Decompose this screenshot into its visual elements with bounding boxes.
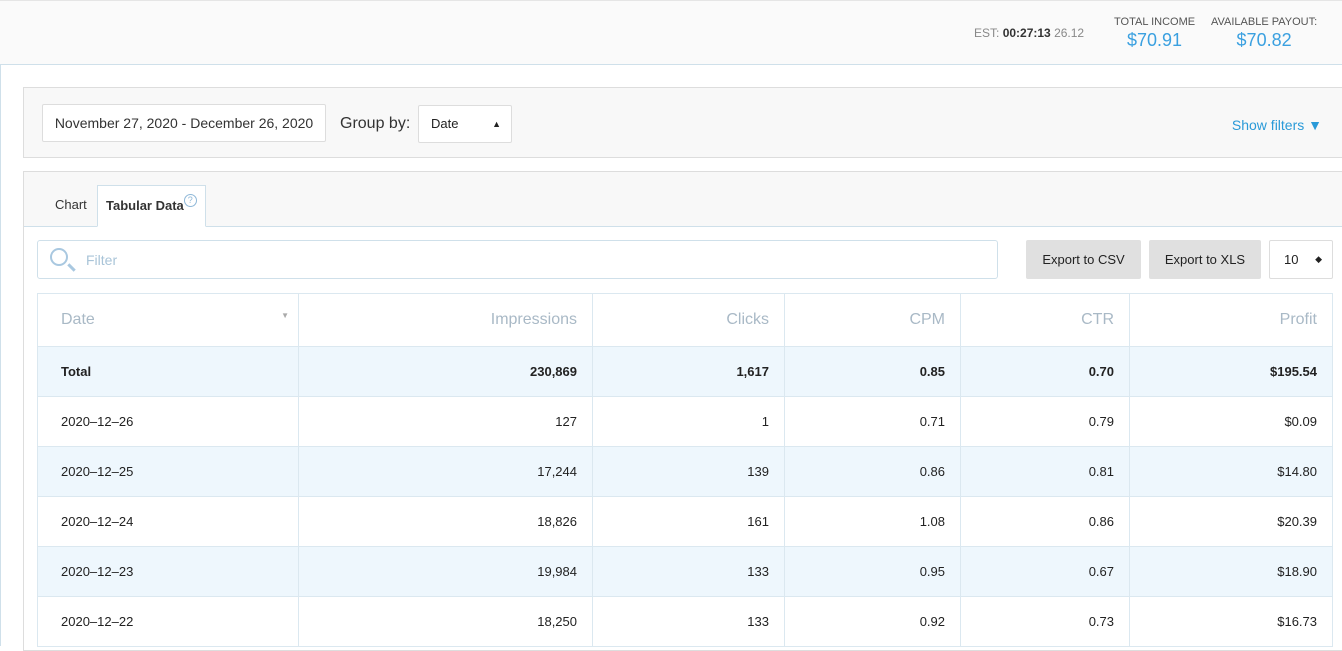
export-csv-button[interactable]: Export to CSV: [1026, 240, 1141, 279]
tab-tabular-data[interactable]: Tabular Data?: [97, 185, 206, 227]
column-header-date[interactable]: Date ▼: [37, 293, 299, 347]
available-payout: AVAILABLE PAYOUT: $70.82: [1211, 16, 1318, 50]
cell-date: 2020–12–26: [37, 396, 299, 447]
cell-clicks: 1,617: [592, 346, 785, 397]
total-income: TOTAL INCOME $70.91: [1114, 16, 1196, 50]
cell-date: 2020–12–23: [37, 546, 299, 597]
table-row: 2020–12–26 127 1 0.71 0.79 $0.09: [37, 396, 1333, 447]
column-header-clicks[interactable]: Clicks: [592, 293, 785, 347]
date-range-picker[interactable]: November 27, 2020 - December 26, 2020: [42, 104, 326, 142]
est-clock: EST: 00:27:13 26.12: [974, 26, 1085, 40]
cell-date: 2020–12–25: [37, 446, 299, 497]
column-header-cpm[interactable]: CPM: [784, 293, 961, 347]
cell-impressions: 127: [298, 396, 593, 447]
sort-arrows-icon: ▲: [492, 119, 501, 129]
total-row: Total 230,869 1,617 0.85 0.70 $195.54: [37, 346, 1333, 397]
show-filters-link[interactable]: Show filters ▼: [1232, 117, 1322, 133]
cell-cpm: 0.95: [784, 546, 961, 597]
cell-ctr: 0.86: [960, 496, 1130, 547]
cell-cpm: 0.92: [784, 596, 961, 647]
cell-profit: $16.73: [1129, 596, 1333, 647]
cell-impressions: 230,869: [298, 346, 593, 397]
top-bar: EST: 00:27:13 26.12 TOTAL INCOME $70.91 A…: [0, 0, 1342, 65]
table-row: 2020–12–22 18,250 133 0.92 0.73 $16.73: [37, 596, 1333, 647]
table-row: 2020–12–23 19,984 133 0.95 0.67 $18.90: [37, 546, 1333, 597]
cell-profit: $0.09: [1129, 396, 1333, 447]
column-header-impressions[interactable]: Impressions: [298, 293, 593, 347]
divider: [0, 65, 1, 646]
page-size-select[interactable]: 10 ◆: [1269, 240, 1333, 279]
cell-impressions: 17,244: [298, 446, 593, 497]
sort-arrows-icon: ◆: [1315, 254, 1322, 264]
cell-clicks: 133: [592, 546, 785, 597]
cell-ctr: 0.73: [960, 596, 1130, 647]
export-xls-button[interactable]: Export to XLS: [1149, 240, 1261, 279]
filter-panel: November 27, 2020 - December 26, 2020 Gr…: [23, 87, 1342, 158]
data-table: Date ▼ Impressions Clicks CPM CTR Profit …: [37, 293, 1333, 647]
cell-clicks: 133: [592, 596, 785, 647]
cell-ctr: 0.67: [960, 546, 1130, 597]
table-row: 2020–12–25 17,244 139 0.86 0.81 $14.80: [37, 446, 1333, 497]
search-icon: [50, 248, 68, 266]
cell-ctr: 0.70: [960, 346, 1130, 397]
table-row: 2020–12–24 18,826 161 1.08 0.86 $20.39: [37, 496, 1333, 547]
cell-ctr: 0.81: [960, 446, 1130, 497]
column-header-ctr[interactable]: CTR: [960, 293, 1130, 347]
report-panel: Chart Tabular Data? Filter Export to CSV…: [23, 171, 1342, 651]
group-by-label: Group by:: [340, 115, 411, 132]
cell-cpm: 1.08: [784, 496, 961, 547]
help-icon[interactable]: ?: [183, 194, 197, 207]
cell-profit: $20.39: [1129, 496, 1333, 547]
cell-clicks: 1: [592, 396, 785, 447]
cell-impressions: 19,984: [298, 546, 593, 597]
cell-date: Total: [37, 346, 299, 397]
filter-input[interactable]: Filter: [37, 240, 998, 279]
cell-ctr: 0.79: [960, 396, 1130, 447]
group-by-select[interactable]: Date ▲: [418, 105, 512, 143]
cell-clicks: 161: [592, 496, 785, 547]
cell-clicks: 139: [592, 446, 785, 497]
cell-impressions: 18,250: [298, 596, 593, 647]
cell-cpm: 0.71: [784, 396, 961, 447]
cell-impressions: 18,826: [298, 496, 593, 547]
cell-cpm: 0.85: [784, 346, 961, 397]
cell-profit: $195.54: [1129, 346, 1333, 397]
tab-chart[interactable]: Chart: [55, 185, 87, 227]
cell-date: 2020–12–22: [37, 596, 299, 647]
column-header-profit[interactable]: Profit: [1129, 293, 1333, 347]
cell-date: 2020–12–24: [37, 496, 299, 547]
cell-profit: $18.90: [1129, 546, 1333, 597]
sort-icon: ▼: [281, 311, 289, 320]
tab-bar: Chart Tabular Data?: [24, 172, 1342, 227]
cell-profit: $14.80: [1129, 446, 1333, 497]
cell-cpm: 0.86: [784, 446, 961, 497]
